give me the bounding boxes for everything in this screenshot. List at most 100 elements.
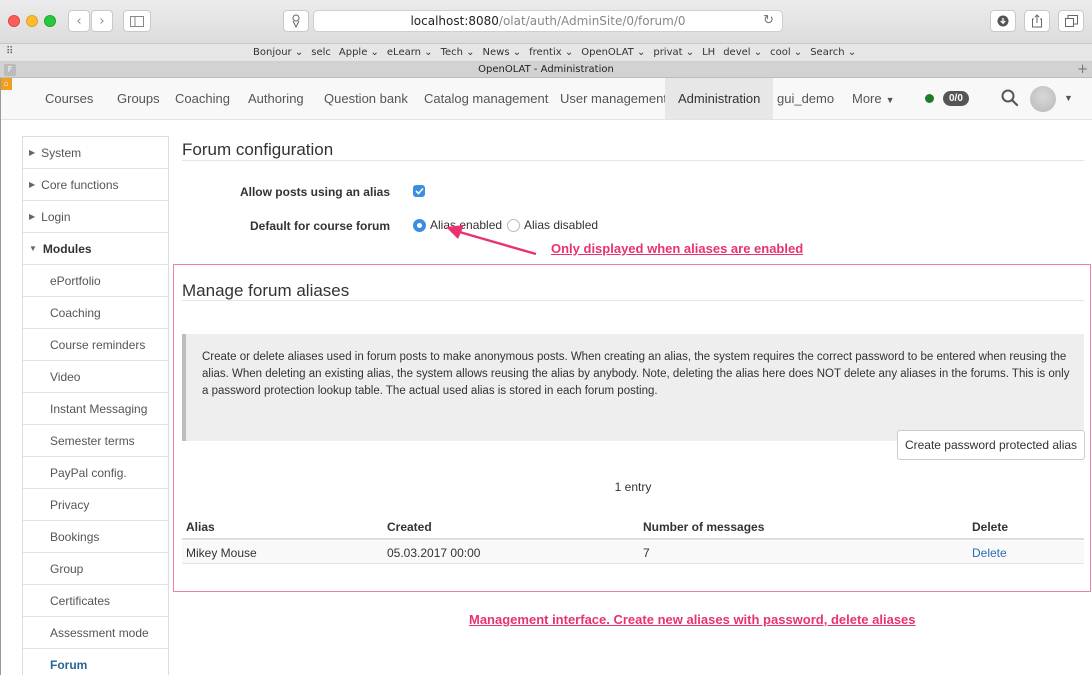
caret-down-icon: ▼ (885, 95, 895, 105)
alias-enabled-radio[interactable] (413, 219, 426, 232)
sidebar-item-label: Login (41, 209, 71, 224)
nav-more-label: More (852, 91, 882, 106)
nav-coaching[interactable]: Coaching (175, 78, 230, 119)
nav-courses[interactable]: Courses (45, 78, 93, 119)
tab-favicon-icon: F (4, 64, 16, 76)
online-status-icon[interactable] (925, 94, 934, 103)
page-title: Forum configuration (182, 140, 334, 159)
divider (182, 160, 1084, 161)
back-icon[interactable]: ‹ (68, 10, 90, 32)
downloads-icon[interactable] (990, 10, 1016, 32)
bookmark-item[interactable]: Tech ⌄ (441, 47, 475, 58)
sidebar-item-video[interactable]: Video (23, 361, 168, 393)
allow-alias-checkbox[interactable] (413, 185, 425, 197)
nav-authoring[interactable]: Authoring (248, 78, 304, 119)
column-delete: Delete (972, 520, 1009, 534)
bookmark-item[interactable]: selc (311, 47, 331, 58)
sidebar-item-semester-terms[interactable]: Semester terms (23, 425, 168, 457)
url-host: localhost:8080 (410, 14, 499, 28)
sidebar-item-course-reminders[interactable]: Course reminders (23, 329, 168, 361)
sidebar-item-bookings[interactable]: Bookings (23, 521, 168, 553)
entry-count: 1 entry (614, 480, 652, 494)
sidebar-item-label: Core functions (41, 177, 119, 192)
bookmark-item[interactable]: frentix ⌄ (529, 47, 573, 58)
sidebar-item-system[interactable]: ▶ System (23, 137, 168, 169)
create-alias-button[interactable]: Create password protected alias (897, 430, 1085, 460)
share-icon[interactable] (1024, 10, 1050, 32)
admin-sidebar: ▶ System ▶ Core functions ▶ Login ▼ Modules … (22, 136, 169, 675)
nav-user-management[interactable]: User management (560, 78, 667, 119)
divider (182, 300, 1084, 301)
nav-catalog-management[interactable]: Catalog management (424, 78, 548, 119)
nav-administration[interactable]: Administration (665, 78, 774, 119)
bookmark-item[interactable]: Search ⌄ (810, 47, 856, 58)
forward-icon[interactable]: › (91, 10, 113, 32)
column-messages[interactable]: Number of messages (643, 520, 764, 534)
annotation-arrow-icon (446, 225, 537, 256)
sidebar-item-privacy[interactable]: Privacy (23, 489, 168, 521)
sidebar-item-modules[interactable]: ▼ Modules (23, 233, 168, 265)
tabs-overview-icon[interactable] (1058, 10, 1084, 32)
zoom-window-button[interactable] (44, 15, 56, 27)
bookmark-item[interactable]: eLearn ⌄ (387, 47, 433, 58)
nav-gui-demo[interactable]: gui_demo (777, 78, 834, 119)
column-alias[interactable]: Alias (186, 520, 215, 534)
address-bar[interactable]: localhost:8080/olat/auth/AdminSite/0/for… (313, 10, 783, 32)
sidebar-item-core-functions[interactable]: ▶ Core functions (23, 169, 168, 201)
close-window-button[interactable] (8, 15, 20, 27)
sidebar-item-assessment-mode[interactable]: Assessment mode (23, 617, 168, 649)
table-row: Mikey Mouse 05.03.2017 00:00 7 Delete (182, 541, 1084, 564)
cell-alias: Mikey Mouse (186, 546, 257, 560)
triangle-right-icon: ▶ (29, 148, 36, 157)
home-icon[interactable]: ⌂ (0, 78, 12, 90)
bookmark-item[interactable]: LH (702, 47, 715, 58)
sidebar-item-eportfolio[interactable]: ePortfolio (23, 265, 168, 297)
delete-link[interactable]: Delete (972, 546, 1007, 560)
triangle-down-icon: ▼ (29, 244, 37, 253)
chat-badge[interactable]: 0/0 (943, 91, 969, 106)
bookmark-item[interactable]: Apple ⌄ (339, 47, 379, 58)
sidebar-item-certificates[interactable]: Certificates (23, 585, 168, 617)
default-course-forum-label: Default for course forum (249, 219, 390, 233)
checkmark-icon (414, 187, 424, 195)
sidebar-toggle-icon[interactable] (123, 10, 151, 32)
nav-more[interactable]: More ▼ (852, 78, 895, 119)
column-created[interactable]: Created (387, 520, 432, 534)
sidebar-item-coaching[interactable]: Coaching (23, 297, 168, 329)
bookmark-item[interactable]: devel ⌄ (723, 47, 762, 58)
nav-question-bank[interactable]: Question bank (324, 78, 408, 119)
sidebar-item-login[interactable]: ▶ Login (23, 201, 168, 233)
cell-created: 05.03.2017 00:00 (387, 546, 481, 560)
browser-toolbar: ‹ › localhost:8080/olat/auth/AdminSite/0… (0, 0, 1092, 44)
allow-alias-label: Allow posts using an alias (239, 185, 390, 199)
bookmark-item[interactable]: privat ⌄ (653, 47, 694, 58)
nav-groups[interactable]: Groups (117, 78, 160, 119)
top-sites-icon[interactable]: ⠿ (6, 46, 13, 57)
sidebar-item-group[interactable]: Group (23, 553, 168, 585)
bookmark-item[interactable]: cool ⌄ (770, 47, 802, 58)
caret-down-icon[interactable]: ▼ (1064, 78, 1073, 119)
bookmark-item[interactable]: OpenOLAT ⌄ (581, 47, 645, 58)
extension-icon[interactable] (283, 10, 309, 32)
url-path: /olat/auth/AdminSite/0/forum/0 (498, 14, 686, 28)
sidebar-item-instant-messaging[interactable]: Instant Messaging (23, 393, 168, 425)
triangle-right-icon: ▶ (29, 212, 36, 221)
bookmarks-bar: ⠿ Bonjour ⌄ selc Apple ⌄ eLearn ⌄ Tech ⌄… (0, 44, 1092, 62)
sidebar-item-label: System (41, 145, 82, 160)
minimize-window-button[interactable] (26, 15, 38, 27)
bookmark-item[interactable]: Bonjour ⌄ (253, 47, 303, 58)
window-edge (0, 78, 1, 675)
info-box: Create or delete aliases used in forum p… (182, 334, 1084, 441)
bookmark-item[interactable]: News ⌄ (483, 47, 522, 58)
annotation-top: Only displayed when aliases are enabled (551, 241, 804, 256)
sidebar-item-paypal-config[interactable]: PayPal config. (23, 457, 168, 489)
reload-icon[interactable]: ↻ (763, 13, 774, 28)
browser-tab[interactable]: F OpenOLAT - Administration + (0, 62, 1092, 78)
main-navigation: ⌂ Courses Groups Coaching Authoring Ques… (0, 78, 1092, 120)
sidebar-item-forum[interactable]: Forum (23, 649, 168, 675)
new-tab-icon[interactable]: + (1077, 62, 1088, 77)
avatar[interactable] (1030, 86, 1056, 112)
search-icon[interactable] (1000, 88, 1020, 108)
tab-title: OpenOLAT - Administration (478, 64, 614, 75)
triangle-right-icon: ▶ (29, 180, 36, 189)
